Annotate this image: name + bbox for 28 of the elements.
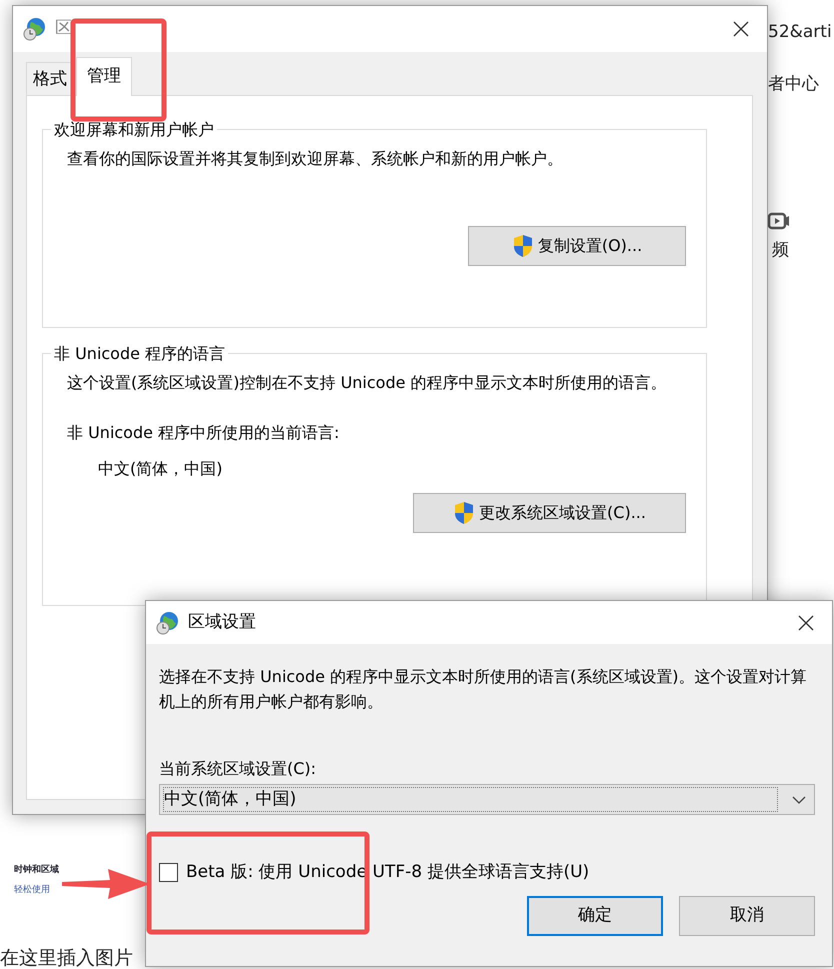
shield-icon: [453, 500, 476, 525]
chevron-icon: [792, 796, 806, 804]
cancel-button[interactable]: 取消: [679, 896, 815, 936]
field-label: 当前系统区域设置(C):: [159, 758, 318, 780]
checkbox-label[interactable]: Beta 版: 使用 Unicode UTF-8 提供全球语言支持(U): [186, 860, 590, 886]
tab[interactable]: 管理: [76, 57, 132, 96]
video-label[interactable]: 频: [772, 238, 789, 264]
shield-icon: [512, 233, 534, 258]
group-title: 欢迎屏幕和新用户帐户: [53, 122, 215, 138]
globe-icon: [23, 16, 47, 42]
settings-button[interactable]: 更改系统区域设置(C)...: [413, 492, 686, 532]
ok-button[interactable]: 确定: [527, 896, 663, 936]
sidebar-link[interactable]: 时钟和区域: [14, 864, 59, 878]
locale-dropdown[interactable]: 中文(简体，中国): [159, 784, 815, 815]
sidebar-link[interactable]: 轻松使用: [14, 884, 50, 898]
address-text: 52&arti: [768, 21, 832, 44]
description-text: 查看你的国际设置并将其复制到欢迎屏幕、系统帐户和新的用户帐户。: [67, 148, 564, 170]
settings-button[interactable]: 复制设置(O)...: [468, 226, 686, 266]
window-title: 区域设置: [188, 610, 256, 634]
nav-link[interactable]: 者中心: [768, 72, 819, 98]
checkbox[interactable]: [159, 863, 178, 882]
description-text: 这个设置(系统区域设置)控制在不支持 Unicode 的程序中显示文本时所使用的语言。: [67, 372, 668, 394]
globe-icon: [156, 610, 180, 635]
editor-text: 在这里插入图片: [0, 946, 133, 969]
group-title: 非 Unicode 程序的语言: [53, 346, 226, 362]
current-language-value: 中文(简体，中国): [98, 458, 224, 480]
current-language-label: 非 Unicode 程序中所使用的当前语言:: [67, 422, 340, 444]
description-text: 选择在不支持 Unicode 的程序中显示文本时所使用的语言(系统区域设置)。这个设置对计算机上的所有用户帐户都有影响。: [159, 666, 808, 713]
